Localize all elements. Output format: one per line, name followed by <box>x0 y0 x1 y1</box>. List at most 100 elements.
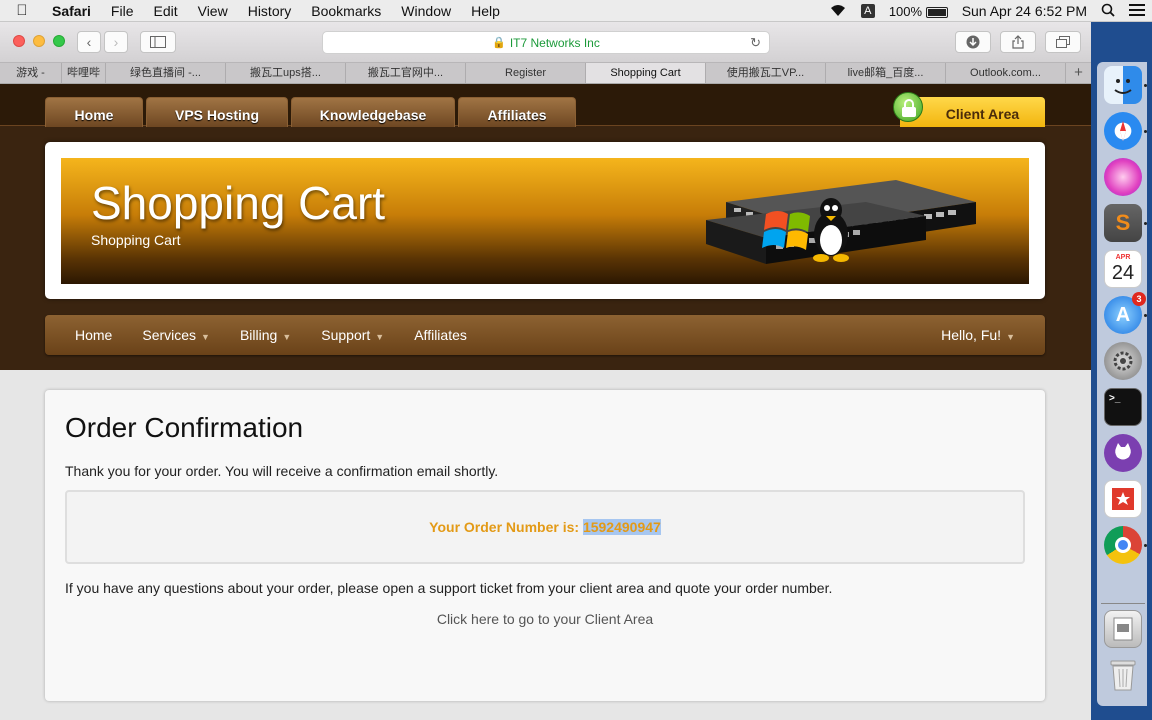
browser-tab[interactable]: 搬瓦工官网中... <box>346 63 466 83</box>
order-number-box: Your Order Number is: 1592490947 <box>65 490 1025 564</box>
sidebar-icon <box>150 36 166 48</box>
nav-affiliates[interactable]: Affiliates <box>399 327 482 343</box>
banner-title: Shopping Cart <box>91 177 386 229</box>
nav-home[interactable]: Home <box>45 327 127 343</box>
calendar-day: 24 <box>1111 262 1135 284</box>
order-confirmation-panel: Order Confirmation Thank you for your or… <box>45 390 1045 701</box>
close-window-button[interactable] <box>13 35 25 47</box>
app-store-icon[interactable]: A 3 <box>1104 292 1146 334</box>
forward-button[interactable]: › <box>104 31 128 53</box>
order-number-label: Your Order Number is: <box>429 519 580 535</box>
document-stack-icon[interactable] <box>1104 610 1142 648</box>
menu-file[interactable]: File <box>101 3 144 19</box>
trash-icon[interactable] <box>1104 656 1142 694</box>
top-tab-home[interactable]: Home <box>45 97 143 127</box>
address-bar[interactable]: 🔒 IT7 Networks Inc ↻ <box>322 31 770 54</box>
network-switch-illustration <box>706 180 976 264</box>
sidebar-toggle-button[interactable] <box>140 31 176 53</box>
nav-billing-label: Billing <box>239 327 278 343</box>
address-text: IT7 Networks Inc <box>509 35 600 50</box>
calendar-month: APR <box>1115 254 1131 261</box>
top-tab-affiliates[interactable]: Affiliates <box>458 97 576 127</box>
tab-overview-button[interactable] <box>1045 31 1081 53</box>
system-preferences-icon[interactable] <box>1104 342 1142 380</box>
browser-tab[interactable]: Outlook.com... <box>946 63 1066 83</box>
dock: S APR 24 A 3 >_ <box>1091 22 1152 720</box>
share-icon <box>1012 35 1024 49</box>
site-header: Home VPS Hosting Knowledgebase Affiliate… <box>0 84 1091 370</box>
reload-icon[interactable]: ↻ <box>750 35 761 51</box>
downloads-button[interactable] <box>955 31 991 53</box>
calendar-icon[interactable]: APR 24 <box>1104 250 1142 288</box>
minimize-window-button[interactable] <box>33 35 45 47</box>
nav-support[interactable]: Support ▼ <box>306 327 399 343</box>
wifi-icon[interactable] <box>829 3 847 20</box>
safari-window: ‹ › 🔒 IT7 Networks Inc ↻ 游戏 - 哔哩哔 绿色直播间 … <box>0 22 1091 720</box>
dock-separator <box>1101 603 1145 604</box>
support-message: If you have any questions about your ord… <box>65 580 833 596</box>
browser-tab[interactable]: live邮箱_百度... <box>826 63 946 83</box>
nav-support-label: Support <box>321 327 371 343</box>
running-indicator <box>1144 84 1147 87</box>
thank-you-message: Thank you for your order. You will recei… <box>65 463 499 479</box>
nav-user-menu[interactable]: Hello, Fu! ▼ <box>941 327 1015 343</box>
menu-edit[interactable]: Edit <box>143 3 187 19</box>
flower-app-icon[interactable] <box>1104 158 1142 196</box>
caret-down-icon: ▼ <box>1006 332 1015 342</box>
clock[interactable]: Sun Apr 24 6:52 PM <box>962 3 1087 19</box>
menu-view[interactable]: View <box>188 3 238 19</box>
tabs-icon <box>1056 36 1070 48</box>
browser-tab[interactable]: 哔哩哔 <box>62 63 106 83</box>
menu-window[interactable]: Window <box>391 3 461 19</box>
running-indicator <box>1144 544 1147 547</box>
spotlight-search-icon[interactable] <box>1101 3 1115 20</box>
zoom-window-button[interactable] <box>53 35 65 47</box>
browser-tab[interactable]: Register <box>466 63 586 83</box>
menu-app-safari[interactable]: Safari <box>44 3 101 19</box>
chevron-left-icon: ‹ <box>86 34 92 50</box>
nav-billing[interactable]: Billing ▼ <box>225 327 306 343</box>
wunderlist-icon[interactable] <box>1104 480 1142 518</box>
finder-icon[interactable] <box>1104 66 1142 104</box>
browser-toolbar: ‹ › 🔒 IT7 Networks Inc ↻ <box>0 22 1091 62</box>
web-page: Home VPS Hosting Knowledgebase Affiliate… <box>0 84 1091 720</box>
share-button[interactable] <box>1000 31 1036 53</box>
banner-frame: Shopping Cart Shopping Cart <box>45 142 1045 299</box>
banner: Shopping Cart Shopping Cart <box>61 158 1029 284</box>
apple-icon[interactable]:  <box>0 2 44 19</box>
new-tab-button[interactable]: + <box>1066 63 1091 83</box>
notification-center-icon[interactable] <box>1129 3 1145 19</box>
sublime-text-icon[interactable]: S <box>1104 204 1142 242</box>
top-tab-knowledgebase[interactable]: Knowledgebase <box>291 97 455 127</box>
menu-bookmarks[interactable]: Bookmarks <box>301 3 391 19</box>
terminal-icon[interactable]: >_ <box>1104 388 1142 426</box>
browser-tab[interactable]: 使用搬瓦工VP... <box>706 63 826 83</box>
client-area-link[interactable]: Click here to go to your Client Area <box>45 611 1045 627</box>
padlock-icon <box>893 92 923 122</box>
browser-tab[interactable]: 搬瓦工ups搭... <box>226 63 346 83</box>
caret-down-icon: ▼ <box>201 332 210 342</box>
nav-services-label: Services <box>142 327 197 343</box>
battery-percent: 100% <box>888 3 923 19</box>
nav-services[interactable]: Services ▼ <box>127 327 225 343</box>
browser-tab[interactable]: 游戏 - <box>0 63 62 83</box>
running-indicator <box>1144 130 1147 133</box>
download-icon <box>966 35 980 49</box>
menu-help[interactable]: Help <box>461 3 510 19</box>
back-button[interactable]: ‹ <box>77 31 101 53</box>
input-source-icon[interactable]: A <box>860 4 875 18</box>
banner-subtitle: Shopping Cart <box>91 232 181 248</box>
safari-icon[interactable] <box>1104 112 1142 150</box>
chrome-icon[interactable] <box>1104 526 1142 564</box>
browser-tab-active[interactable]: Shopping Cart <box>586 63 706 83</box>
secure-lock-icon: 🔒 <box>492 37 506 49</box>
menu-bar:  Safari File Edit View History Bookmark… <box>0 0 1152 22</box>
browser-tab[interactable]: 绿色直播间 -... <box>106 63 226 83</box>
battery-status[interactable]: 100% <box>889 4 948 19</box>
order-number[interactable]: 1592490947 <box>582 519 661 535</box>
github-desktop-icon[interactable] <box>1104 434 1142 472</box>
caret-down-icon: ▼ <box>282 332 292 342</box>
running-indicator <box>1144 314 1147 317</box>
menu-history[interactable]: History <box>238 3 302 19</box>
top-tab-vps-hosting[interactable]: VPS Hosting <box>146 97 288 127</box>
